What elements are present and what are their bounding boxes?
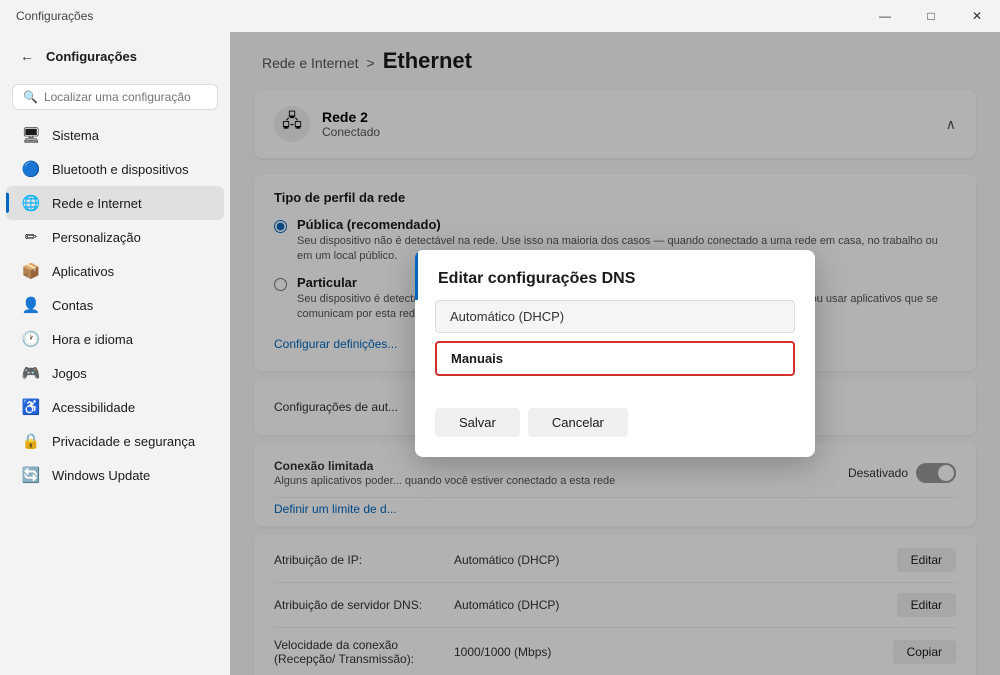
titlebar: Configurações [0, 0, 1000, 32]
sidebar-item-rede[interactable]: 🌐 Rede e Internet [6, 186, 224, 220]
sidebar-app-title: Configurações [46, 49, 137, 64]
search-input[interactable] [44, 90, 207, 104]
sidebar-item-label: Acessibilidade [52, 400, 135, 415]
sidebar-item-privacidade[interactable]: 🔒 Privacidade e segurança [6, 424, 224, 458]
sidebar-item-label: Hora e idioma [52, 332, 133, 347]
dialog-option-manual[interactable]: Manuais [435, 341, 795, 376]
hora-icon: 🕐 [22, 330, 40, 348]
sidebar-item-hora[interactable]: 🕐 Hora e idioma [6, 322, 224, 356]
sidebar-item-label: Privacidade e segurança [52, 434, 195, 449]
sidebar-item-windows-update[interactable]: 🔄 Windows Update [6, 458, 224, 492]
sidebar-item-personalizacao[interactable]: ✏ Personalização [6, 220, 224, 254]
back-button[interactable]: ← [16, 44, 38, 68]
sistema-icon: 🖥 [22, 126, 40, 144]
dialog-buttons: Salvar Cancelar [415, 400, 815, 457]
aplicativos-icon: 📦 [22, 262, 40, 280]
dns-dialog: Editar configurações DNS Automático (DHC… [415, 250, 815, 457]
sidebar-item-label: Windows Update [52, 468, 150, 483]
dialog-body: Automático (DHCP) Manuais [415, 300, 815, 400]
maximize-button[interactable]: □ [908, 0, 954, 32]
sidebar-item-aplicativos[interactable]: 📦 Aplicativos [6, 254, 224, 288]
minimize-button[interactable]: — [862, 0, 908, 32]
sidebar-item-label: Sistema [52, 128, 99, 143]
sidebar-item-sistema[interactable]: 🖥 Sistema [6, 118, 224, 152]
dialog-cancel-button[interactable]: Cancelar [528, 408, 628, 437]
sidebar-item-label: Contas [52, 298, 93, 313]
main-content: Rede e Internet > Ethernet 🖧 Rede 2 Cone… [230, 32, 1000, 675]
search-icon: 🔍 [23, 90, 38, 104]
contas-icon: 👤 [22, 296, 40, 314]
personalizacao-icon: ✏ [22, 228, 40, 246]
sidebar-item-label: Aplicativos [52, 264, 114, 279]
sidebar-item-label: Personalização [52, 230, 141, 245]
windows-update-icon: 🔄 [22, 466, 40, 484]
dialog-overlay[interactable]: Editar configurações DNS Automático (DHC… [230, 32, 1000, 675]
acessibilidade-icon: ♿ [22, 398, 40, 416]
sidebar-header: ← Configurações [0, 32, 230, 80]
privacidade-icon: 🔒 [22, 432, 40, 450]
sidebar-item-bluetooth[interactable]: 🔵 Bluetooth e dispositivos [6, 152, 224, 186]
window-controls: — □ ✕ [862, 0, 1000, 32]
dialog-option-dhcp[interactable]: Automático (DHCP) [435, 300, 795, 333]
close-button[interactable]: ✕ [954, 0, 1000, 32]
sidebar-item-contas[interactable]: 👤 Contas [6, 288, 224, 322]
sidebar-item-label: Rede e Internet [52, 196, 142, 211]
search-box[interactable]: 🔍 [12, 84, 218, 110]
bluetooth-icon: 🔵 [22, 160, 40, 178]
dialog-title: Editar configurações DNS [415, 250, 815, 300]
sidebar: ← Configurações 🔍 🖥 Sistema 🔵 Bluetooth … [0, 32, 230, 675]
sidebar-item-acessibilidade[interactable]: ♿ Acessibilidade [6, 390, 224, 424]
app-title: Configurações [16, 9, 93, 23]
sidebar-item-jogos[interactable]: 🎮 Jogos [6, 356, 224, 390]
dialog-save-button[interactable]: Salvar [435, 408, 520, 437]
jogos-icon: 🎮 [22, 364, 40, 382]
sidebar-item-label: Bluetooth e dispositivos [52, 162, 189, 177]
rede-icon: 🌐 [22, 194, 40, 212]
sidebar-item-label: Jogos [52, 366, 87, 381]
